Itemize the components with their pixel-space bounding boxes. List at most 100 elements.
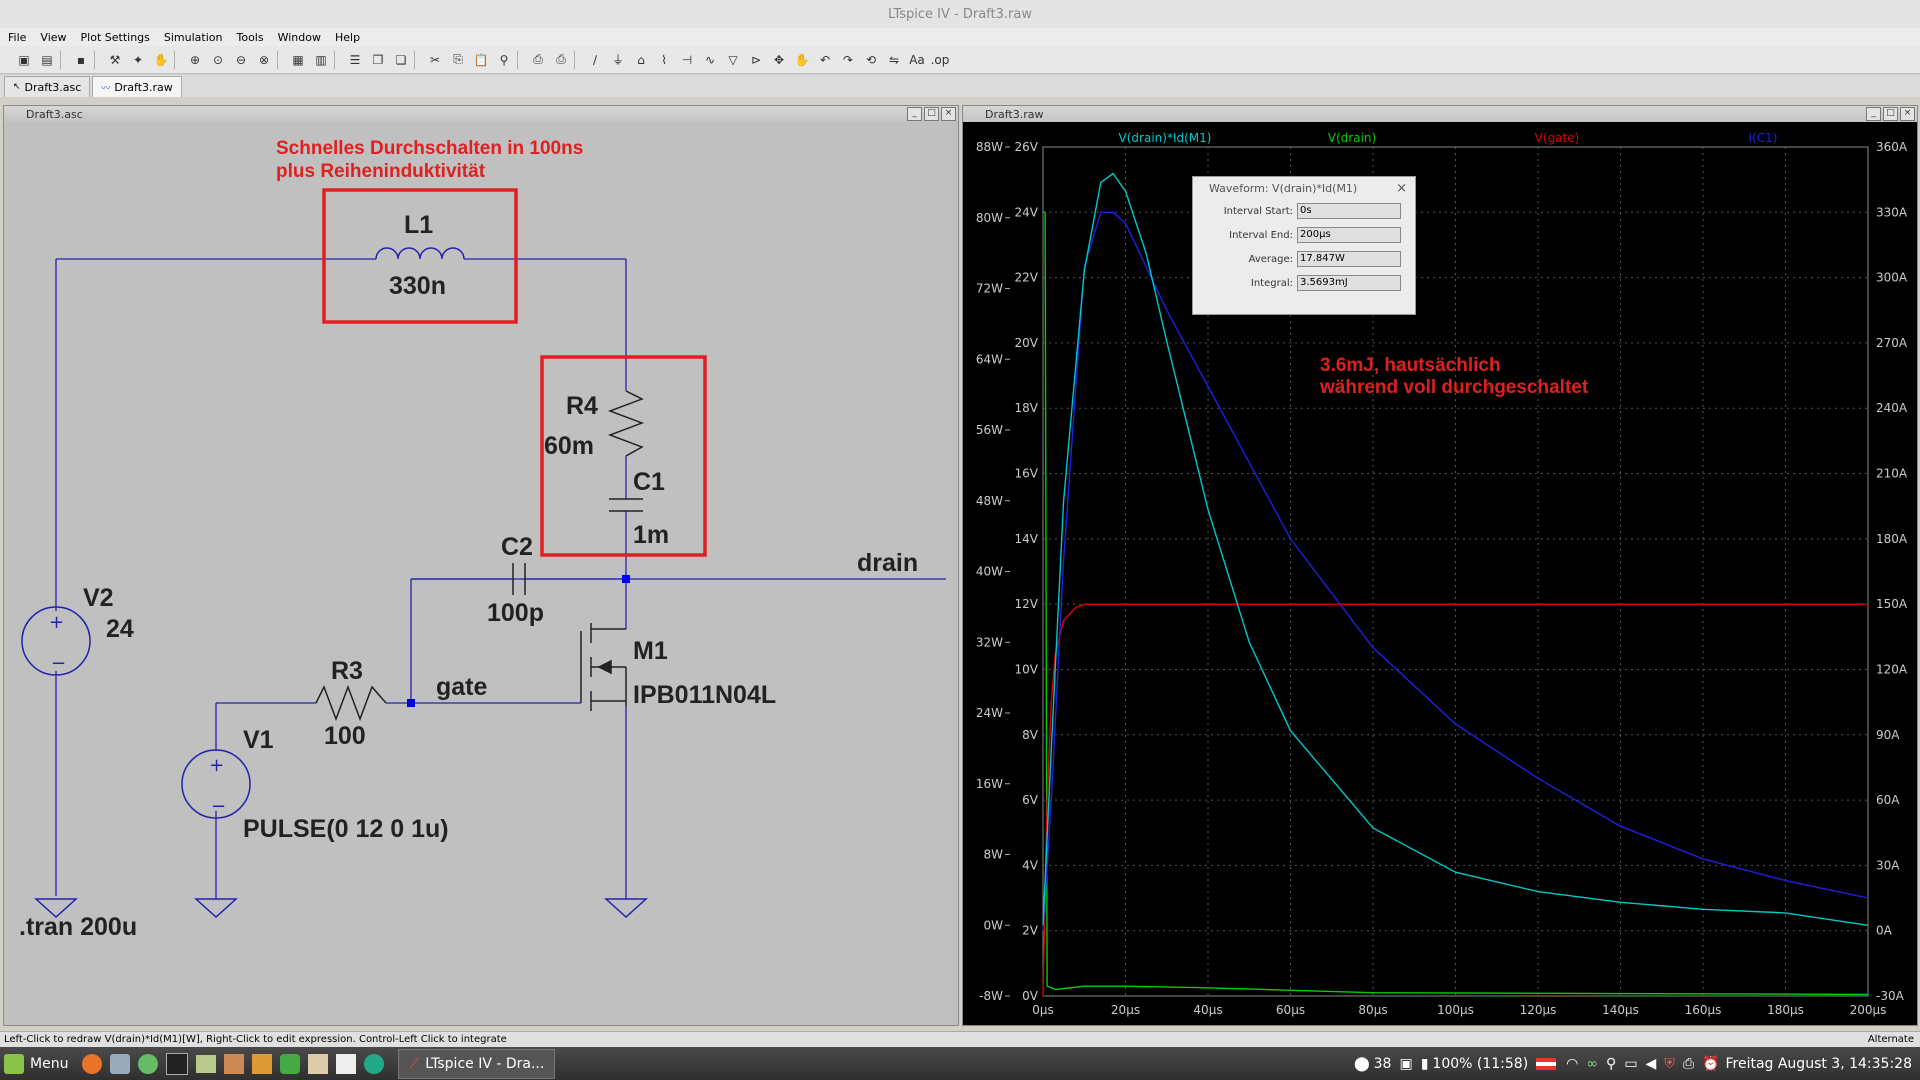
firefox-icon[interactable] [82,1053,103,1074]
waveform-plot[interactable]: 88W 80W 72W 64W 56W 48W 40W 32W 24W 16W 8W 0W -8W 26… [963,122,1917,1025]
close-button[interactable]: × [1900,107,1915,121]
printer-icon[interactable]: ⎙ [1683,1056,1694,1072]
trace-label-vdrain[interactable]: V(drain) [1328,131,1376,145]
minimize-button[interactable]: _ [907,107,922,121]
flag-icon[interactable] [1536,1057,1557,1070]
run-icon[interactable]: ✦ [128,50,148,70]
menu-file[interactable]: File [8,31,26,44]
tab-draft3-raw[interactable]: 〰 Draft3.raw [92,76,182,97]
grid-icon[interactable]: ▥ [311,50,331,70]
close-icon[interactable]: × [1396,181,1407,196]
menu-simulation[interactable]: Simulation [164,31,223,44]
interval-end-label: Interval End: [1229,229,1293,241]
minimize-button[interactable]: _ [1866,107,1881,121]
green-app-icon[interactable] [280,1053,301,1074]
save-icon[interactable]: ▪ [71,50,91,70]
new-schematic-icon[interactable]: ▣ [14,50,34,70]
archive-icon[interactable] [308,1053,329,1074]
menu-tools[interactable]: Tools [236,31,263,44]
zoom-out-icon[interactable]: ⊖ [231,50,251,70]
tile-horizontal-icon[interactable]: ☰ [345,50,365,70]
terminal-icon[interactable] [166,1052,189,1075]
usb-icon[interactable]: ⚲ [1606,1056,1616,1072]
y-tick-label-voltage: 12V [1015,597,1039,611]
paste-icon[interactable]: 📋 [471,50,491,70]
alarm-icon[interactable]: ⏰ [1702,1056,1719,1072]
menu-window[interactable]: Window [278,31,321,44]
control-panel-icon[interactable]: ⚒ [105,50,125,70]
spice-directive-icon[interactable]: .op [930,50,950,70]
inductor-icon[interactable]: ∿ [700,50,720,70]
capacitor-icon[interactable]: ⊣ [677,50,697,70]
link-icon[interactable]: ∞ [1586,1056,1598,1072]
y-tick-label-current: 150A [1876,597,1908,611]
zoom-fit-icon[interactable]: ⊗ [254,50,274,70]
maximize-button[interactable]: □ [1883,107,1898,121]
ground-icon[interactable]: ⏚ [608,50,628,70]
open-icon[interactable]: ▤ [37,50,57,70]
wifi-icon[interactable]: ◠ [1566,1056,1578,1072]
tool-icon[interactable] [336,1053,357,1074]
folder-icon[interactable] [196,1054,217,1073]
media-icon[interactable] [224,1053,245,1074]
tab-draft3-asc[interactable]: ↖ Draft3.asc [4,76,91,97]
x-tick-label: 40µs [1193,1003,1222,1017]
grid-app-icon[interactable] [252,1053,273,1074]
y-tick-label-power: 24W [976,706,1003,720]
interval-start-field[interactable]: 0s [1297,203,1401,219]
component-icon[interactable]: ⊳ [746,50,766,70]
resistor-icon[interactable]: ⌇ [654,50,674,70]
menu-plot-settings[interactable]: Plot Settings [81,31,150,44]
autorange-icon[interactable]: ▦ [288,50,308,70]
redo-icon[interactable]: ↷ [838,50,858,70]
clipboard-icon[interactable]: ▣ [1399,1056,1412,1072]
cut-icon[interactable]: ✂ [425,50,445,70]
toolbar-separator [517,50,524,69]
label-net-icon[interactable]: ⌂ [631,50,651,70]
interval-end-field[interactable]: 200µs [1297,227,1401,243]
drive-icon[interactable]: ▭ [1624,1056,1637,1072]
rotate-icon[interactable]: ⟲ [861,50,881,70]
zoom-area-icon[interactable]: ⊙ [208,50,228,70]
battery-icon[interactable]: ▮ [1421,1056,1429,1072]
maximize-button[interactable]: □ [924,107,939,121]
schematic-canvas[interactable]: + − + − L1 330n R4 60m C1 1m C2 100p dra… [4,122,958,1025]
network-app-icon[interactable] [364,1053,385,1074]
close-button[interactable]: × [941,107,956,121]
toolbar-separator [334,50,341,69]
print-preview-icon[interactable]: ⎙ [528,50,548,70]
wire-icon[interactable]: ∕ [585,50,605,70]
copy-icon[interactable]: ⎘ [448,50,468,70]
menu-help[interactable]: Help [335,31,360,44]
menu-view[interactable]: View [40,31,66,44]
taskbar-task-ltspice[interactable]: ⟋ LTspice IV - Dra... [398,1048,556,1079]
find-icon[interactable]: ⚲ [494,50,514,70]
notification-icon[interactable]: ⬤ [1354,1056,1370,1072]
halt-icon[interactable]: ✋ [151,50,171,70]
diode-icon[interactable]: ▽ [723,50,743,70]
tile-vertical-icon[interactable]: ❏ [391,50,411,70]
mint-logo-icon [4,1053,24,1074]
settings-icon[interactable] [110,1053,131,1074]
update-icon[interactable] [138,1053,159,1074]
spice-directive-tran[interactable]: .tran 200u [19,913,137,941]
c1-name: C1 [633,468,665,496]
trace-label-vgate[interactable]: V(gate) [1535,131,1580,145]
clock[interactable]: Freitag August 3, 14:35:28 [1725,1056,1912,1072]
sound-icon[interactable]: ◀ [1646,1056,1657,1072]
zoom-in-icon[interactable]: ⊕ [185,50,205,70]
shield-icon[interactable]: ⛨ [1664,1056,1675,1072]
drag-icon[interactable]: ✋ [792,50,812,70]
cascade-icon[interactable]: ❐ [368,50,388,70]
undo-icon[interactable]: ↶ [815,50,835,70]
move-icon[interactable]: ✥ [769,50,789,70]
start-menu-button[interactable]: Menu [4,1053,68,1074]
integral-label: Integral: [1250,277,1293,289]
schematic-annotation-line1: Schnelles Durchschalten in 100ns [276,138,583,159]
trace-label-power[interactable]: V(drain)*Id(M1) [1119,131,1212,145]
trace-label-ic1[interactable]: I(C1) [1749,131,1778,145]
print-icon[interactable]: ⎙ [551,50,571,70]
mirror-icon[interactable]: ⇋ [884,50,904,70]
text-icon[interactable]: Aa [907,50,927,70]
x-tick-label: 140µs [1602,1003,1639,1017]
